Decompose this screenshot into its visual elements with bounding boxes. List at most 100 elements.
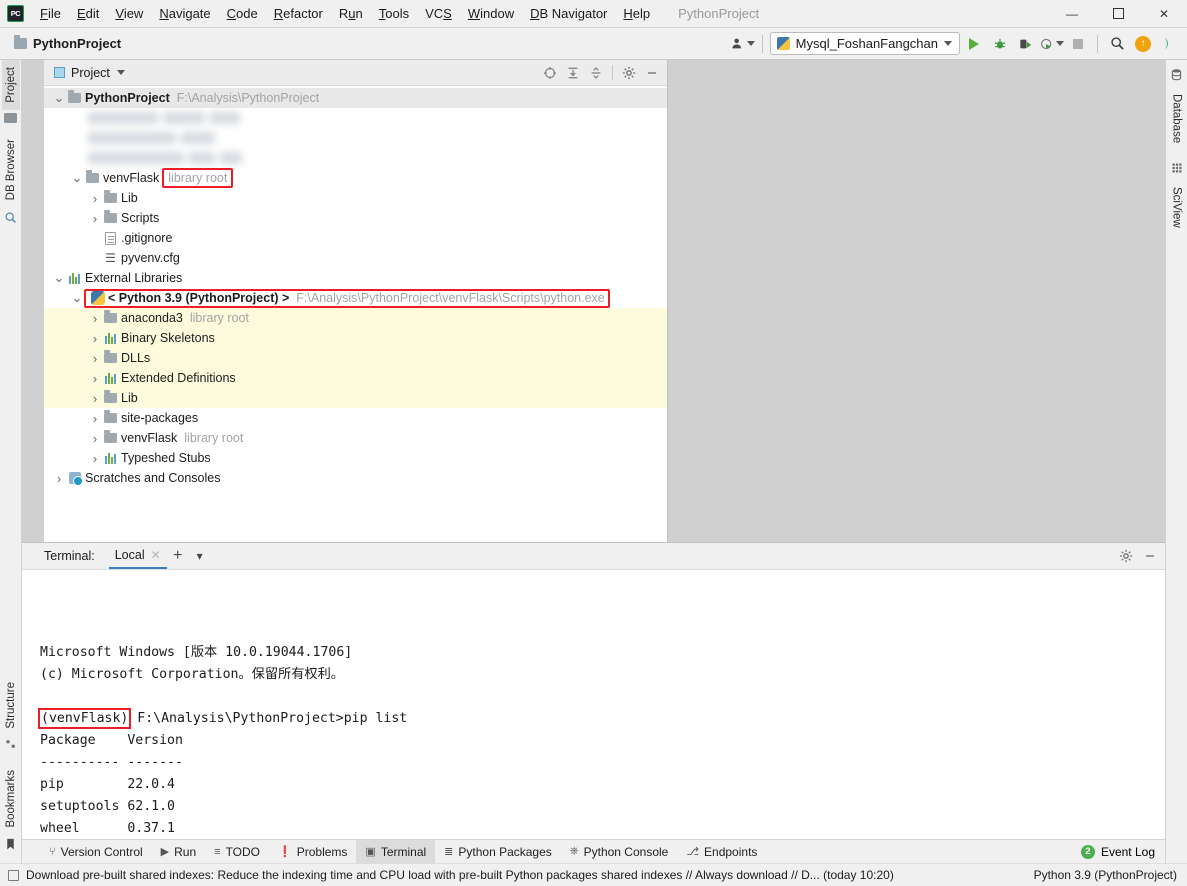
bottom-tab-endpoints[interactable]: ⎇ Endpoints (677, 840, 766, 864)
chevron-right-icon[interactable]: › (88, 191, 102, 206)
new-terminal-tab-button[interactable]: + (167, 545, 189, 567)
menu-item-db-navigator[interactable]: DB Navigator (522, 2, 615, 25)
chevron-right-icon[interactable]: › (88, 451, 102, 466)
collapse-all-icon[interactable] (585, 62, 607, 84)
run-icon[interactable] (962, 32, 986, 56)
menu-item-run[interactable]: Run (331, 2, 371, 25)
tree-row-scratches[interactable]: › Scratches and Consoles (44, 468, 667, 488)
close-icon[interactable]: ✕ (151, 548, 161, 562)
tree-row-dlls[interactable]: › DLLs (44, 348, 667, 368)
menu-item-window[interactable]: Window (460, 2, 522, 25)
tree-row-redacted[interactable] (44, 148, 667, 168)
sidebar-item-database[interactable]: Database (1168, 87, 1186, 150)
tree-row-scripts[interactable]: › Scripts (44, 208, 667, 228)
chevron-down-icon[interactable] (116, 70, 125, 75)
tree-row-typeshed[interactable]: › Typeshed Stubs (44, 448, 667, 468)
menu-item-vcs[interactable]: VCS (417, 2, 460, 25)
tree-row-lib2[interactable]: › Lib (44, 388, 667, 408)
tree-row-venvflask2[interactable]: › venvFlask library root (44, 428, 667, 448)
tree-row-extdef[interactable]: › Extended Definitions (44, 368, 667, 388)
terminal-output[interactable]: Microsoft Windows [版本 10.0.19044.1706] (c… (22, 570, 1165, 839)
redacted-content (88, 152, 242, 164)
hide-panel-icon[interactable] (1139, 545, 1161, 567)
menu-item-refactor[interactable]: Refactor (266, 2, 331, 25)
terminal-line: Microsoft Windows [版本 10.0.19044.1706] (40, 645, 353, 660)
tree-item-label: < Python 3.9 (PythonProject) > (108, 291, 290, 305)
tree-row-content: site-packages (102, 410, 198, 425)
chevron-down-icon[interactable]: ▾ (189, 545, 211, 567)
tree-row-extlibs[interactable]: ⌄ External Libraries (44, 268, 667, 288)
folder-icon (102, 310, 119, 323)
tree-row-binskel[interactable]: › Binary Skeletons (44, 328, 667, 348)
bottom-tab-problems[interactable]: ❗ Problems (269, 840, 356, 864)
tree-row-root[interactable]: ⌄ PythonProject F:\Analysis\PythonProject (44, 88, 667, 108)
tree-row-redacted[interactable] (44, 108, 667, 128)
chevron-right-icon[interactable]: › (88, 431, 102, 446)
chevron-right-icon[interactable]: › (88, 371, 102, 386)
tree-row-redacted[interactable] (44, 128, 667, 148)
chevron-right-icon[interactable]: › (52, 471, 66, 486)
chevron-down-icon[interactable]: ⌄ (52, 271, 66, 284)
sidebar-item-project[interactable]: Project (1, 60, 20, 110)
menu-item-edit[interactable]: Edit (69, 2, 107, 25)
bottom-tab-python-packages[interactable]: ≣ Python Packages (435, 840, 561, 864)
hide-panel-icon[interactable] (641, 62, 663, 84)
bottom-tab-run[interactable]: ▶ Run (152, 840, 205, 864)
tree-row-sitepkgs[interactable]: › site-packages (44, 408, 667, 428)
run-with-coverage-icon[interactable] (1014, 32, 1038, 56)
tree-row-lib1[interactable]: › Lib (44, 188, 667, 208)
sidebar-item-db-browser[interactable]: DB Browser (2, 132, 20, 207)
settings-gear-icon[interactable] (618, 62, 640, 84)
chevron-right-icon[interactable]: › (88, 391, 102, 406)
profile-icon[interactable] (1040, 32, 1064, 56)
sidebar-item-sciview[interactable]: SciView (1168, 180, 1186, 235)
stop-icon[interactable] (1066, 32, 1090, 56)
bottom-tab-python-console[interactable]: ⎈ Python Console (561, 840, 678, 864)
status-checkbox-icon[interactable] (8, 869, 19, 881)
tree-item-label: Binary Skeletons (121, 331, 215, 345)
tree-row-anaconda3[interactable]: › anaconda3 library root (44, 308, 667, 328)
chevron-right-icon[interactable]: › (88, 211, 102, 226)
menu-item-file[interactable]: FFileile (32, 2, 69, 25)
chevron-right-icon[interactable]: › (88, 331, 102, 346)
debug-icon[interactable] (988, 32, 1012, 56)
tree-row-pyvenv[interactable]: ☰ pyvenv.cfg (44, 248, 667, 268)
bottom-tab-todo[interactable]: ≡ TODO (205, 840, 269, 864)
chevron-down-icon[interactable]: ⌄ (52, 91, 66, 104)
select-opened-file-icon[interactable] (539, 62, 561, 84)
bottom-tab-terminal[interactable]: ▣ Terminal (356, 839, 436, 864)
maximize-button[interactable] (1095, 0, 1141, 28)
sidebar-item-structure[interactable]: Structure (2, 675, 20, 736)
redacted-content (88, 132, 215, 144)
tree-item-label: venvFlask (121, 431, 178, 445)
event-log-area[interactable]: 2 Event Log (1080, 844, 1165, 859)
menu-item-navigate[interactable]: Navigate (151, 2, 218, 25)
chevron-right-icon[interactable]: › (88, 411, 102, 426)
menu-item-view[interactable]: View (107, 2, 151, 25)
tree-row-venvflask[interactable]: ⌄ venvFlask library root (44, 168, 667, 188)
status-interpreter[interactable]: Python 3.9 (PythonProject) (1020, 868, 1177, 882)
run-configuration-selector[interactable]: Mysql_FoshanFangchan (769, 32, 960, 55)
minimize-button[interactable]: — (1049, 0, 1095, 28)
tree-row-interp[interactable]: ⌄ < Python 3.9 (PythonProject) > F:\Analys… (44, 288, 667, 308)
tree-row-gitignore[interactable]: .gitignore (44, 228, 667, 248)
terminal-tab-local[interactable]: Local ✕ (108, 543, 167, 569)
settings-gear-icon[interactable] (1115, 545, 1137, 567)
chevron-right-icon[interactable]: › (88, 351, 102, 366)
chevron-right-icon[interactable]: › (88, 311, 102, 326)
bottom-tab-label: Python Packages (458, 844, 552, 859)
menu-item-tools[interactable]: Tools (371, 2, 417, 25)
menu-item-help[interactable]: Help (615, 2, 658, 25)
menu-item-code[interactable]: Code (219, 2, 266, 25)
search-everywhere-icon[interactable] (1105, 32, 1129, 56)
ide-feature-trainer-icon[interactable] (1157, 32, 1181, 56)
expand-all-icon[interactable] (562, 62, 584, 84)
update-icon[interactable]: ↑ (1131, 32, 1155, 56)
chevron-down-icon[interactable]: ⌄ (70, 291, 84, 304)
terminal-line: Package Version (40, 733, 183, 748)
bottom-tab-version-control[interactable]: ⑂ Version Control (40, 840, 152, 864)
close-button[interactable]: ✕ (1141, 0, 1187, 28)
user-settings-icon[interactable] (731, 32, 755, 56)
sidebar-item-bookmarks[interactable]: Bookmarks (2, 763, 20, 835)
chevron-down-icon[interactable]: ⌄ (70, 171, 84, 184)
